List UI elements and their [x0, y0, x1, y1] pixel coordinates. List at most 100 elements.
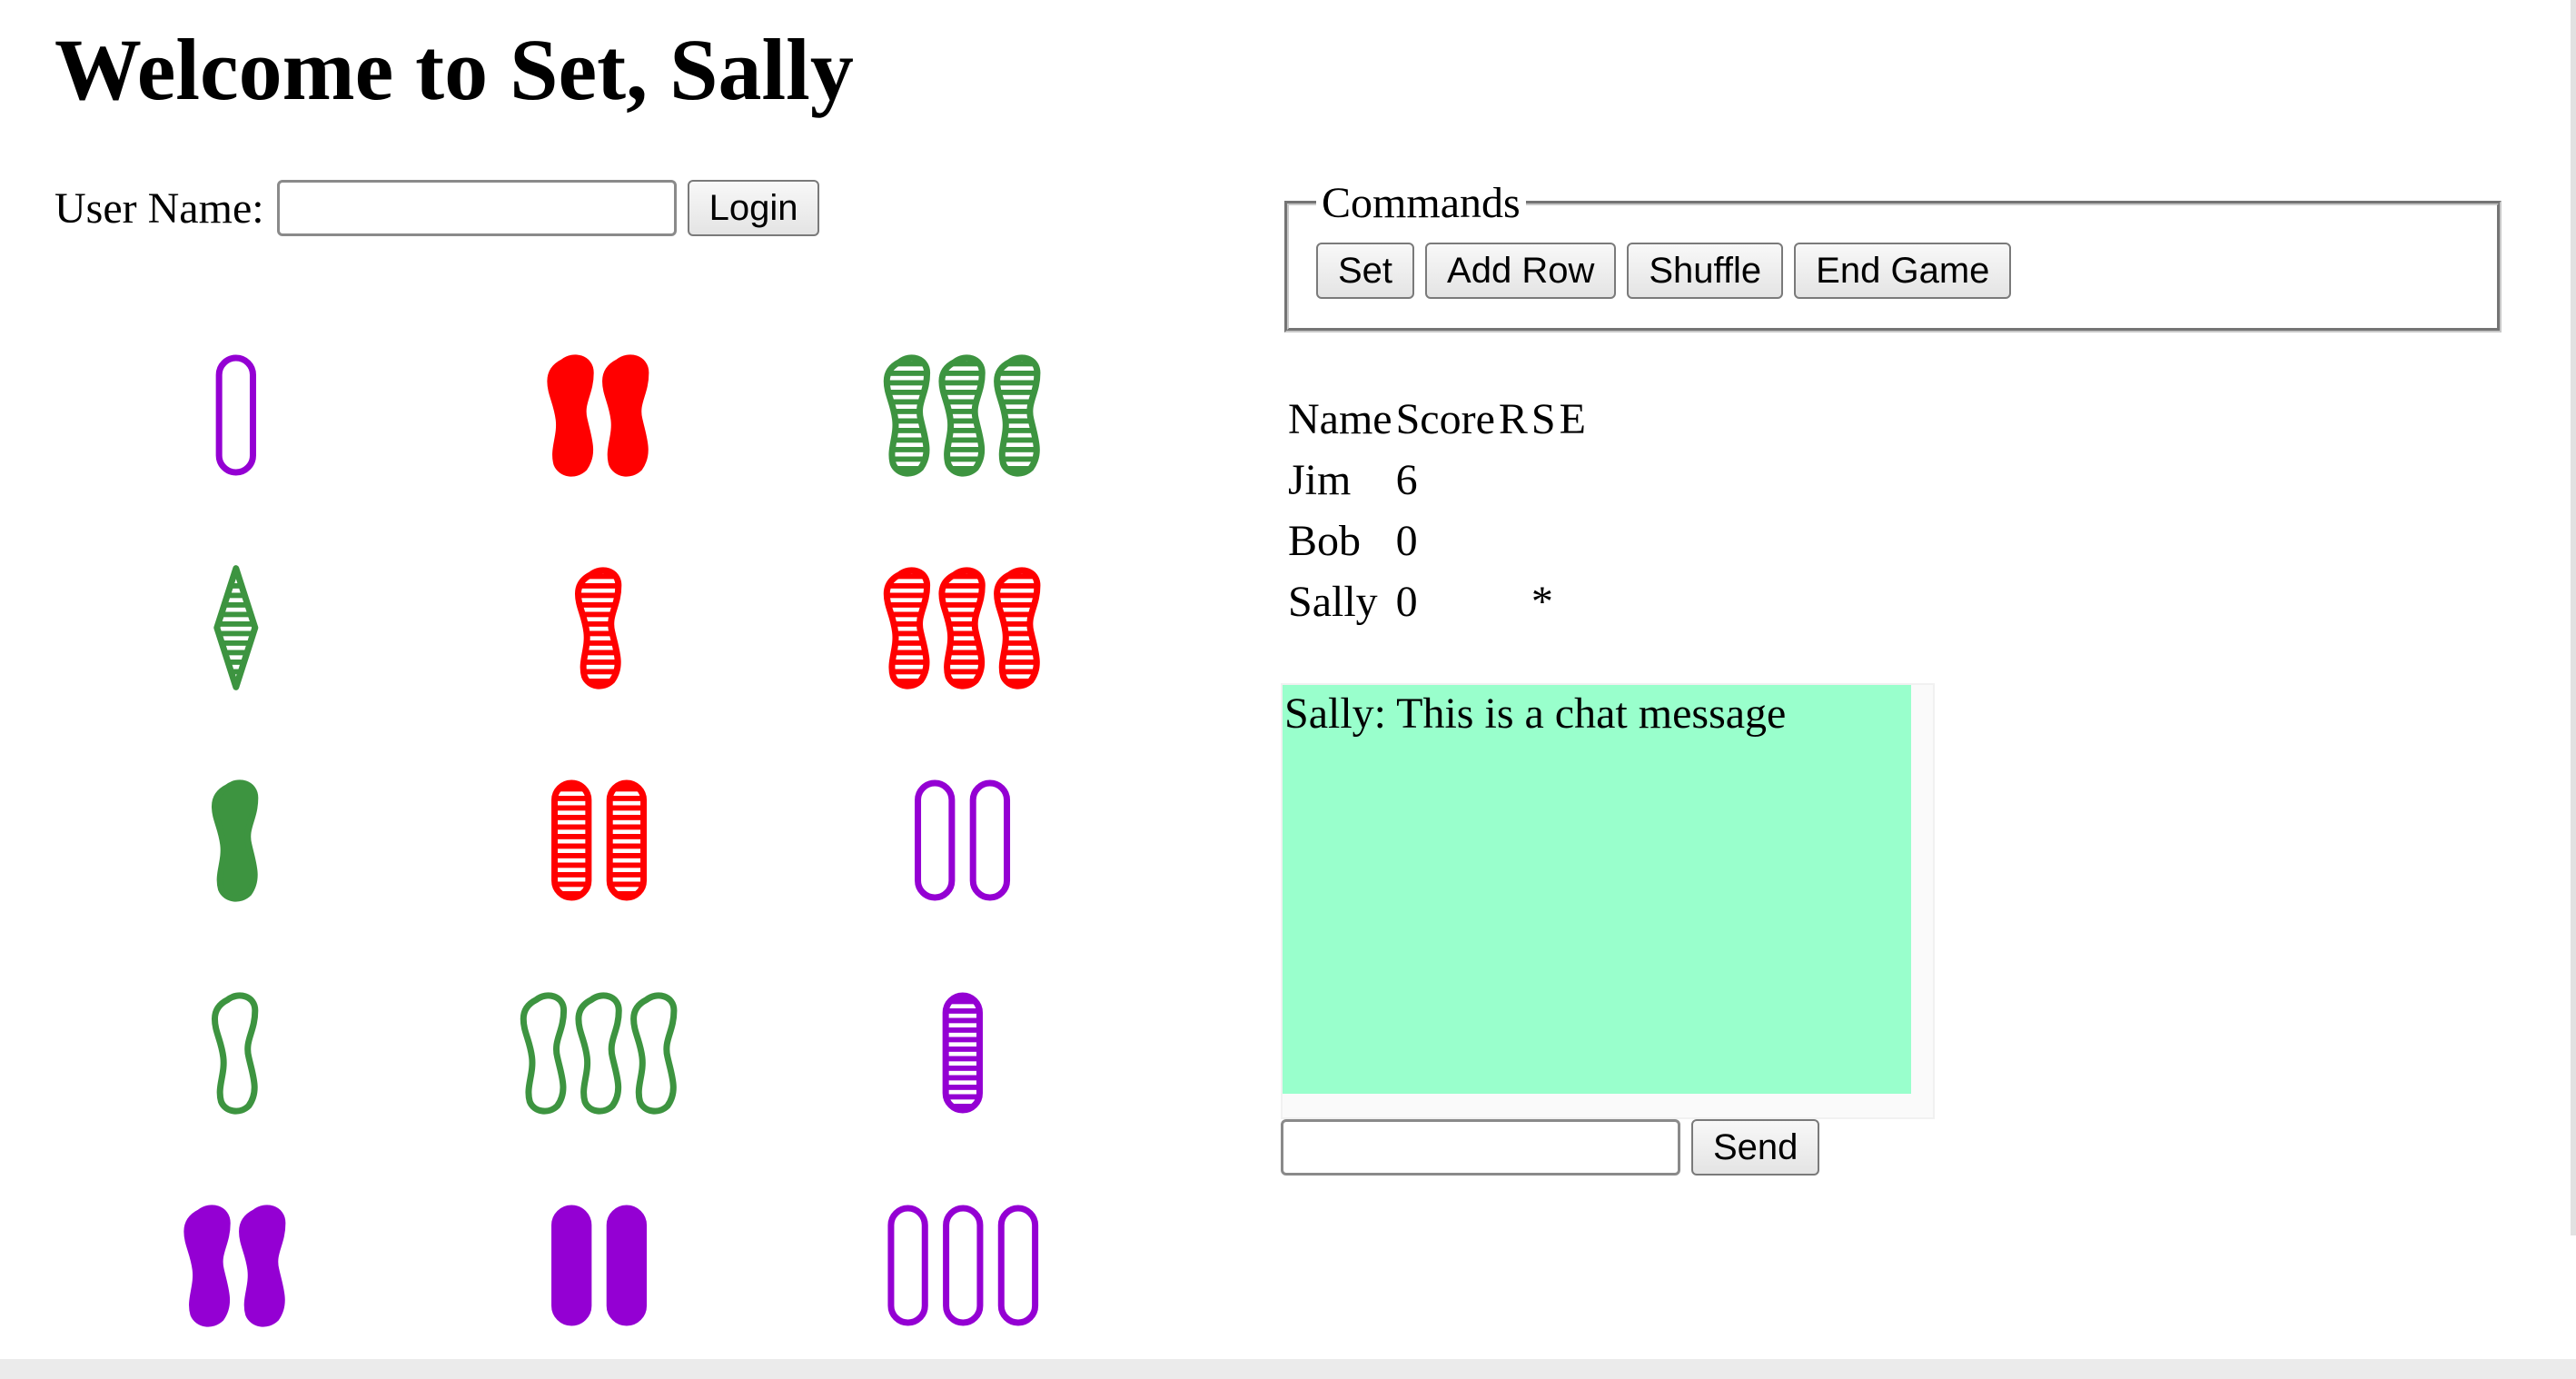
chat-message: Sally: This is a chat message [1284, 690, 1787, 738]
scoreboard-header: Name Score R S E [1288, 389, 1590, 450]
squiggle-symbol [575, 992, 622, 1115]
card-symbols [215, 354, 257, 476]
chat-log[interactable]: Sally: This is a chat message [1281, 683, 1935, 1119]
set-card[interactable] [436, 309, 763, 521]
player-r [1499, 571, 1531, 632]
end-game-button[interactable]: End Game [1794, 243, 2012, 299]
squiggle-symbol [629, 992, 678, 1115]
scoreboard-row: Sally 0 * [1288, 571, 1590, 632]
oval-symbol [551, 779, 592, 901]
squiggle-symbol [883, 354, 930, 477]
squiggle-symbol [547, 354, 595, 477]
player-s [1531, 511, 1560, 571]
shuffle-button[interactable]: Shuffle [1627, 243, 1784, 299]
player-s [1531, 450, 1560, 511]
chat-area: Sally: This is a chat message [1283, 685, 1911, 1094]
set-button[interactable]: Set [1316, 243, 1415, 299]
diamond-symbol [213, 565, 259, 690]
scoreboard: Name Score R S E Jim 6 Bob 0 Sally 0 * [1288, 389, 1590, 632]
card-symbols [887, 1205, 1038, 1326]
oval-symbol [997, 1205, 1038, 1326]
add-row-button[interactable]: Add Row [1425, 243, 1617, 299]
squiggle-symbol [993, 567, 1041, 690]
oval-symbol [551, 1205, 592, 1326]
card-symbols [883, 567, 1041, 690]
scoreboard-row: Bob 0 [1288, 511, 1590, 571]
set-card[interactable] [799, 947, 1126, 1159]
squiggle-symbol [938, 567, 986, 690]
card-symbols [520, 992, 678, 1115]
set-card[interactable] [73, 947, 400, 1159]
header-s: S [1531, 395, 1556, 443]
player-name: Sally [1288, 578, 1378, 626]
squiggle-symbol [938, 354, 986, 477]
oval-symbol [607, 1205, 648, 1326]
set-card[interactable] [799, 521, 1126, 734]
set-card[interactable] [799, 734, 1126, 947]
oval-symbol [915, 779, 956, 901]
login-form: User Name: Login [54, 178, 820, 238]
oval-symbol [887, 1205, 928, 1326]
username-input[interactable] [276, 180, 677, 236]
header-name: Name [1288, 395, 1392, 443]
squiggle-symbol [602, 354, 649, 477]
card-symbols [213, 565, 259, 690]
player-e [1560, 450, 1590, 511]
set-card[interactable] [436, 1159, 763, 1372]
set-card[interactable] [73, 734, 400, 947]
squiggle-symbol [520, 992, 567, 1115]
chat-input[interactable] [1281, 1119, 1680, 1176]
set-card[interactable] [799, 309, 1126, 521]
card-symbols [183, 1205, 286, 1327]
oval-symbol [942, 992, 984, 1114]
set-card[interactable] [436, 734, 763, 947]
card-board [73, 309, 1072, 1372]
squiggle-symbol [183, 1205, 232, 1327]
card-symbols [883, 354, 1041, 477]
player-r [1499, 450, 1531, 511]
scrollbar[interactable] [2571, 0, 2576, 1235]
oval-symbol [607, 779, 648, 901]
set-card[interactable] [73, 1159, 400, 1372]
page-title: Welcome to Set, Sally [54, 21, 854, 118]
squiggle-symbol [883, 567, 930, 690]
set-card[interactable] [73, 521, 400, 734]
chat-input-row: Send [1281, 1119, 1820, 1176]
login-button[interactable]: Login [687, 180, 820, 236]
set-card[interactable] [436, 521, 763, 734]
set-card[interactable] [73, 309, 400, 521]
player-s: * [1531, 578, 1553, 626]
card-symbols [915, 779, 1011, 901]
squiggle-symbol [239, 1205, 286, 1327]
card-symbols [575, 567, 622, 690]
header-score: Score [1395, 395, 1495, 443]
header-r: R [1498, 395, 1528, 443]
window-bottom-edge [0, 1359, 2576, 1379]
set-card[interactable] [436, 947, 763, 1159]
card-symbols [547, 354, 649, 477]
send-button[interactable]: Send [1691, 1119, 1820, 1176]
squiggle-symbol [993, 354, 1041, 477]
player-score: 0 [1395, 517, 1418, 565]
player-e [1560, 511, 1590, 571]
oval-symbol [942, 1205, 984, 1326]
oval-symbol [215, 354, 257, 476]
set-card[interactable] [799, 1159, 1126, 1372]
card-symbols [551, 1205, 648, 1326]
squiggle-symbol [212, 992, 259, 1115]
squiggle-symbol [575, 567, 622, 690]
player-r [1499, 511, 1531, 571]
commands-panel: Commands Set Add Row Shuffle End Game [1284, 178, 2502, 332]
card-symbols [212, 992, 259, 1115]
squiggle-symbol [212, 779, 259, 902]
card-symbols [551, 779, 648, 901]
card-symbols [212, 779, 259, 902]
player-name: Jim [1288, 456, 1352, 504]
card-symbols [942, 992, 984, 1114]
header-e: E [1559, 395, 1586, 443]
scoreboard-row: Jim 6 [1288, 450, 1590, 511]
player-score: 6 [1395, 456, 1418, 504]
commands-legend: Commands [1322, 179, 1521, 227]
player-score: 0 [1395, 578, 1418, 626]
player-e [1560, 571, 1590, 632]
